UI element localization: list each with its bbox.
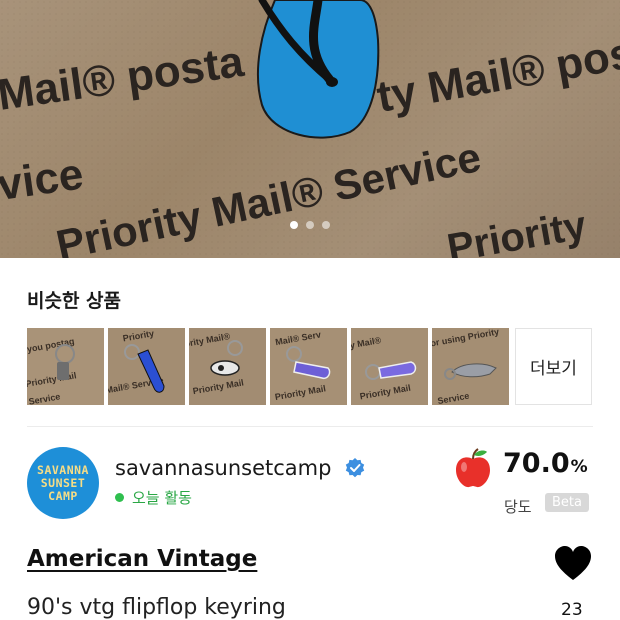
carousel-dot[interactable] (322, 221, 330, 229)
apple-icon (456, 448, 490, 488)
similar-item-thumbnail[interactable]: ority Mail® Priority Mail (189, 328, 266, 405)
similar-item-thumbnail[interactable]: Mail® Serv Priority Mail (270, 328, 347, 405)
similar-item-thumbnail[interactable]: for using Priority Service (432, 328, 509, 405)
sweetness-score-value: 70.0 (503, 448, 570, 479)
avatar-line: CAMP (48, 488, 78, 503)
section-divider (27, 426, 593, 427)
avatar-line: SAVANNA (37, 462, 89, 477)
similar-items-list: k you postagPriority MailService Priorit… (27, 328, 592, 405)
more-similar-button[interactable]: 더보기 (515, 328, 592, 405)
product-image-carousel[interactable]: Mail® posta ty Mail® pos vice Priority M… (0, 0, 620, 258)
seller-avatar[interactable]: SAVANNA SUNSET CAMP (27, 447, 99, 519)
similar-item-thumbnail[interactable]: ty Mail® Priority Mail (351, 328, 428, 405)
carousel-dot[interactable] (290, 221, 298, 229)
beta-badge: Beta (545, 493, 589, 512)
sweetness-score: 70.0% (503, 448, 588, 479)
activity-status: 오늘 활동 (115, 487, 192, 508)
heart-icon[interactable] (553, 544, 593, 584)
like-count: 23 (561, 600, 583, 620)
product-title: 90's vtg flipflop keyring (27, 595, 286, 620)
similar-item-thumbnail[interactable]: Priority Mail® Service (108, 328, 185, 405)
avatar-line: SUNSET (40, 475, 86, 490)
product-photo: Mail® posta ty Mail® pos vice Priority M… (0, 0, 620, 258)
verified-badge-icon (345, 458, 365, 478)
brand-link[interactable]: American Vintage (27, 546, 257, 572)
sweetness-score-unit: % (570, 457, 588, 477)
carousel-dot[interactable] (306, 221, 314, 229)
activity-status-text: 오늘 활동 (132, 489, 192, 507)
sweetness-label: 당도 (504, 498, 532, 516)
carousel-indicator (0, 221, 620, 233)
similar-items-title: 비슷한 상품 (27, 290, 122, 312)
online-dot-icon (115, 493, 124, 502)
similar-item-thumbnail[interactable]: k you postagPriority MailService (27, 328, 104, 405)
seller-name[interactable]: savannasunsetcamp (115, 456, 331, 480)
